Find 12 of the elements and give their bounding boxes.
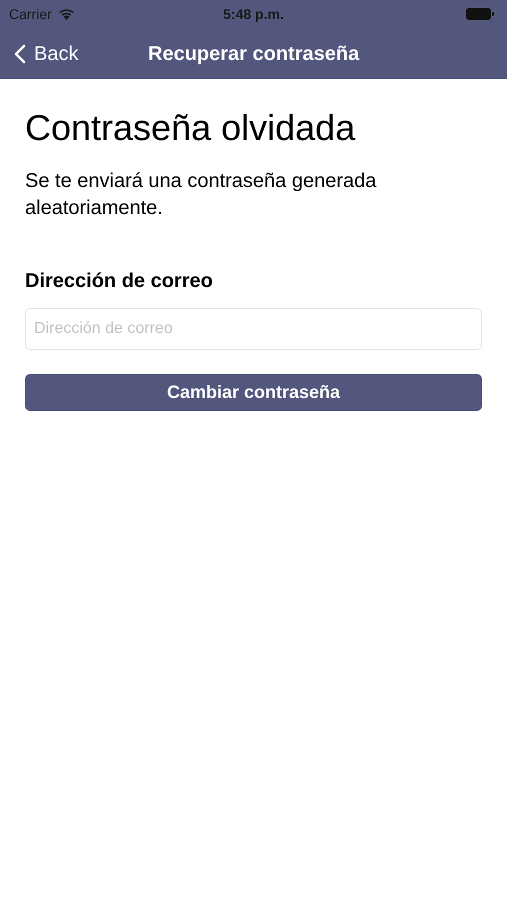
description-text: Se te enviará una contraseña generada aleatoriamente. — [25, 169, 378, 221]
email-field[interactable]: Dirección de correo — [25, 308, 482, 350]
carrier-label: Carrier — [9, 4, 52, 24]
wifi-icon — [58, 8, 75, 20]
email-label: Dirección de correo — [25, 269, 214, 294]
time-label: 5:48 p.m. — [223, 4, 284, 24]
battery-icon — [466, 8, 494, 20]
change-password-button[interactable]: Cambiar contraseña — [25, 374, 482, 411]
chevron-left-icon — [14, 44, 26, 64]
back-button[interactable]: Back — [14, 38, 78, 68]
screen-title: Recuperar contraseña — [148, 42, 360, 66]
page-heading: Contraseña olvidada — [25, 106, 356, 150]
